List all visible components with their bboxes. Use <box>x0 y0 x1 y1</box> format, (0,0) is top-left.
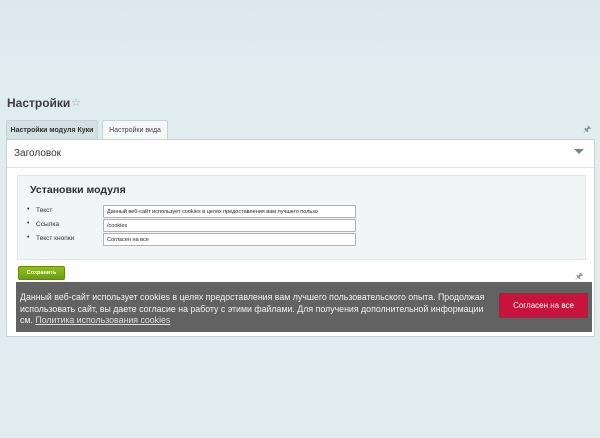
star-icon[interactable]: ☆ <box>71 96 81 109</box>
panel-title: Заголовок <box>14 148 62 159</box>
text-input[interactable] <box>103 205 356 218</box>
save-button[interactable]: Сохранить <box>18 266 65 280</box>
pin-icon[interactable]: 🖈 <box>583 122 591 138</box>
button-text-input[interactable] <box>103 233 356 246</box>
cookie-policy-link[interactable]: Политика использования cookies <box>35 315 170 325</box>
module-title: Установки модуля <box>30 184 126 196</box>
field-label-link: Ссылка <box>27 220 59 228</box>
field-label-button-text: Текст кнопки <box>27 234 74 242</box>
module-settings-box: Установки модуля Текст Ссылка Текст кноп… <box>17 175 586 260</box>
field-row-text: Текст <box>27 205 566 218</box>
field-label-text: Текст <box>27 206 53 214</box>
tab-view-settings[interactable]: Настройки вида <box>102 120 168 140</box>
field-row-link: Ссылка <box>27 219 566 232</box>
cookie-consent-banner: Данный веб-сайт использует cookies в цел… <box>16 282 592 332</box>
field-row-button-text: Текст кнопки <box>27 233 566 246</box>
chevron-down-icon[interactable] <box>574 149 584 154</box>
cookie-banner-text: Данный веб-сайт использует cookies в цел… <box>20 292 494 327</box>
panel-header[interactable]: Заголовок <box>7 140 594 168</box>
link-input[interactable] <box>103 219 356 232</box>
tab-cookie-module-settings[interactable]: Настройки модуля Куки <box>6 120 98 140</box>
accept-all-button[interactable]: Согласен на все <box>499 293 588 318</box>
page-title: Настройки <box>7 96 71 110</box>
top-band <box>0 0 600 64</box>
